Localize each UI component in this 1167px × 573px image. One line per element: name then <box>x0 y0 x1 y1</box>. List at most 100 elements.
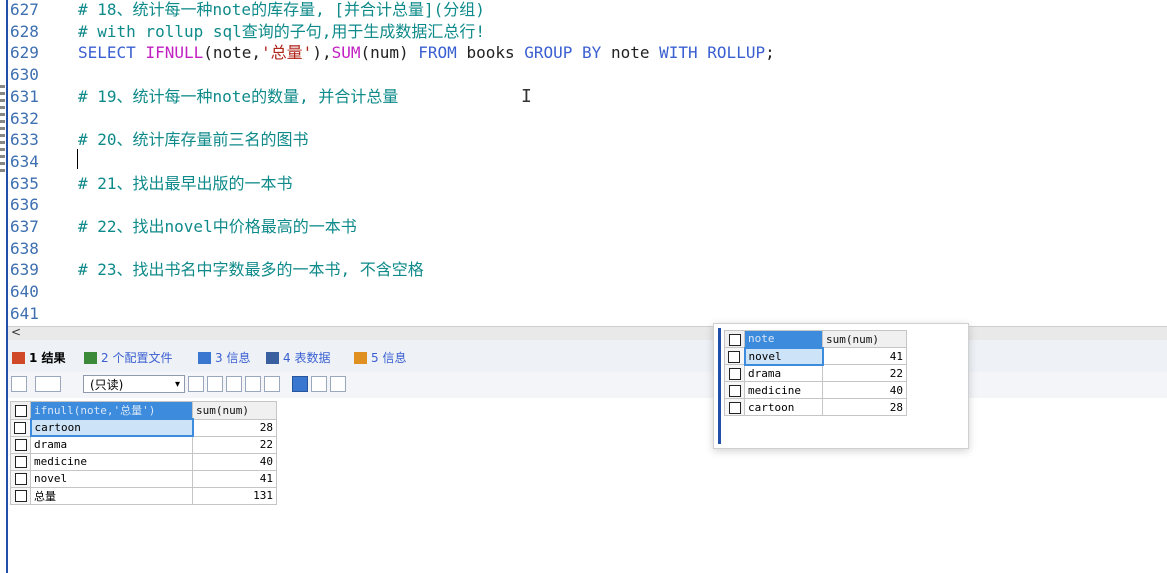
code-text: # 18、统计每一种note的库存量, [并合计总量](分组) <box>78 0 485 21</box>
sum-cell[interactable]: 22 <box>822 364 907 382</box>
readonly-mode-select[interactable]: (只读) ▾ <box>83 375 185 393</box>
tab-5[interactable]: 5 信息 <box>354 348 406 368</box>
table-row[interactable]: drama 22 <box>724 364 907 382</box>
tab-4[interactable]: 4 表数据 <box>266 348 330 368</box>
row-checkbox[interactable] <box>724 398 745 416</box>
note-cell[interactable]: novel <box>30 469 193 488</box>
line-number: 631 <box>10 86 39 106</box>
horizontal-scrollbar[interactable]: < <box>8 325 1167 341</box>
column-header[interactable]: sum(num) <box>192 401 277 420</box>
mode-select-value: (只读) <box>90 378 124 392</box>
sum-cell[interactable]: 40 <box>192 452 277 471</box>
table-row[interactable]: medicine 40 <box>724 381 907 399</box>
row-checkbox[interactable] <box>724 364 745 382</box>
sum-cell[interactable]: 131 <box>192 486 277 505</box>
select-all-checkbox[interactable] <box>10 401 31 420</box>
code-text: # 22、找出novel中价格最高的一本书 <box>78 216 357 238</box>
note-cell[interactable]: cartoon <box>744 398 823 416</box>
tab-1[interactable]: 1 结果 <box>12 348 66 368</box>
result-grid-icon <box>12 352 25 364</box>
sum-cell[interactable]: 41 <box>192 469 277 488</box>
table-row[interactable]: medicine 40 <box>10 452 277 471</box>
column-header[interactable]: note <box>744 330 823 348</box>
row-checkbox[interactable] <box>10 452 31 471</box>
row-checkbox[interactable] <box>724 381 745 399</box>
row-checkbox[interactable] <box>724 347 745 365</box>
scroll-left-arrow-icon[interactable]: < <box>11 325 21 339</box>
row-checkbox[interactable] <box>10 418 31 437</box>
note-cell[interactable]: drama <box>744 364 823 382</box>
note-cell[interactable]: 总量 <box>30 486 193 505</box>
sum-cell[interactable]: 22 <box>192 435 277 454</box>
code-token: # with rollup sql查询的子句,用于生成数据汇总行! <box>78 21 486 41</box>
code-token: # 22、找出novel中价格最高的一本书 <box>78 217 357 236</box>
table-row[interactable]: novel 41 <box>10 469 277 488</box>
checkbox-icon <box>728 367 741 380</box>
column-header[interactable]: ifnull(note,'总量') <box>30 401 193 420</box>
sum-cell[interactable]: 28 <box>192 418 277 437</box>
preview-popup: note sum(num) novel 41 drama 22 medicine 40 cart… <box>713 323 969 449</box>
line-number: 636 <box>10 195 39 215</box>
text-cursor <box>77 149 78 169</box>
sum-cell[interactable]: 41 <box>822 347 907 365</box>
tab-label: 2 个配置文件 <box>101 351 173 365</box>
sql-editor[interactable]: 627 # 18、统计每一种note的库存量, [并合计总量](分组) 628 # w… <box>8 0 1167 326</box>
column-header[interactable]: sum(num) <box>822 330 907 348</box>
code-token: # 21、找出最早出版的一本书 <box>78 173 293 193</box>
grid-view-icon[interactable] <box>292 376 308 392</box>
popup-grid[interactable]: note sum(num) novel 41 drama 22 medicine 40 cart… <box>724 330 907 416</box>
row-checkbox[interactable] <box>10 469 31 488</box>
table-row[interactable]: cartoon 28 <box>10 418 277 437</box>
code-token: SUM <box>331 43 361 63</box>
line-number: 640 <box>10 282 39 302</box>
table-row[interactable]: novel 41 <box>724 346 907 366</box>
grid-header-row: note sum(num) <box>724 330 907 348</box>
note-cell[interactable]: novel <box>743 346 824 366</box>
checkbox-icon <box>14 439 27 451</box>
code-text: # 23、找出书名中字数最多的一本书, 不含空格 <box>78 259 424 281</box>
row-checkbox[interactable] <box>10 486 31 505</box>
row-checkbox[interactable] <box>10 435 31 454</box>
sum-cell[interactable]: 40 <box>822 381 907 399</box>
note-cell[interactable]: medicine <box>30 452 193 471</box>
code-token: # 19、统计每一种note的数量, 并合计总量 <box>78 86 399 106</box>
code-text: # with rollup sql查询的子句,用于生成数据汇总行! <box>78 21 485 43</box>
save-icon[interactable] <box>226 376 242 392</box>
line-number: 629 <box>10 43 39 63</box>
select-all-checkbox[interactable] <box>724 330 745 348</box>
insert-row-icon[interactable] <box>188 376 204 392</box>
code-text: # 19、统计每一种note的数量, 并合计总量 <box>78 86 398 108</box>
note-cell[interactable]: drama <box>30 435 193 454</box>
delete-icon[interactable] <box>245 376 261 392</box>
code-token: WITH ROLLUP <box>659 43 766 63</box>
result-tabs: 1 结果 2 个配置文件 3 信息 4 表数据 5 信息 <box>8 340 1167 373</box>
code-token: (note, <box>203 43 262 63</box>
line-number: 627 <box>10 0 39 19</box>
code-token: '总量' <box>261 43 313 63</box>
line-number: 637 <box>10 217 39 236</box>
profile-icon <box>84 352 97 364</box>
result-grid[interactable]: ifnull(note,'总量') sum(num) cartoon 28 drama 2… <box>10 401 277 505</box>
table-row[interactable]: 总量 131 <box>10 486 277 505</box>
table-row[interactable]: cartoon 28 <box>724 398 907 416</box>
code-token: ), <box>312 43 332 63</box>
tab-3[interactable]: 3 信息 <box>198 348 250 368</box>
tab-2[interactable]: 2 个配置文件 <box>84 348 172 368</box>
form-view-icon[interactable] <box>311 376 327 392</box>
duplicate-row-icon[interactable] <box>207 376 223 392</box>
refresh-icon[interactable] <box>264 376 280 392</box>
chevron-down-icon: ▾ <box>174 379 180 390</box>
grid-options-icon[interactable] <box>11 376 27 392</box>
line-number: 635 <box>10 173 39 193</box>
sum-cell[interactable]: 28 <box>822 398 907 416</box>
tab-label: 5 信息 <box>371 351 407 365</box>
table-row[interactable]: drama 22 <box>10 435 277 454</box>
code-token: # 18、统计每一种note的库存量, [并合计总量](分组) <box>78 0 485 19</box>
export-dropdown-icon[interactable] <box>35 376 61 392</box>
tab-label: 3 信息 <box>215 351 251 365</box>
result-toolbar: (只读) ▾ <box>8 372 1167 398</box>
code-token: (num) <box>360 43 419 63</box>
text-view-icon[interactable] <box>330 376 346 392</box>
note-cell[interactable]: cartoon <box>29 418 194 437</box>
note-cell[interactable]: medicine <box>744 381 823 399</box>
